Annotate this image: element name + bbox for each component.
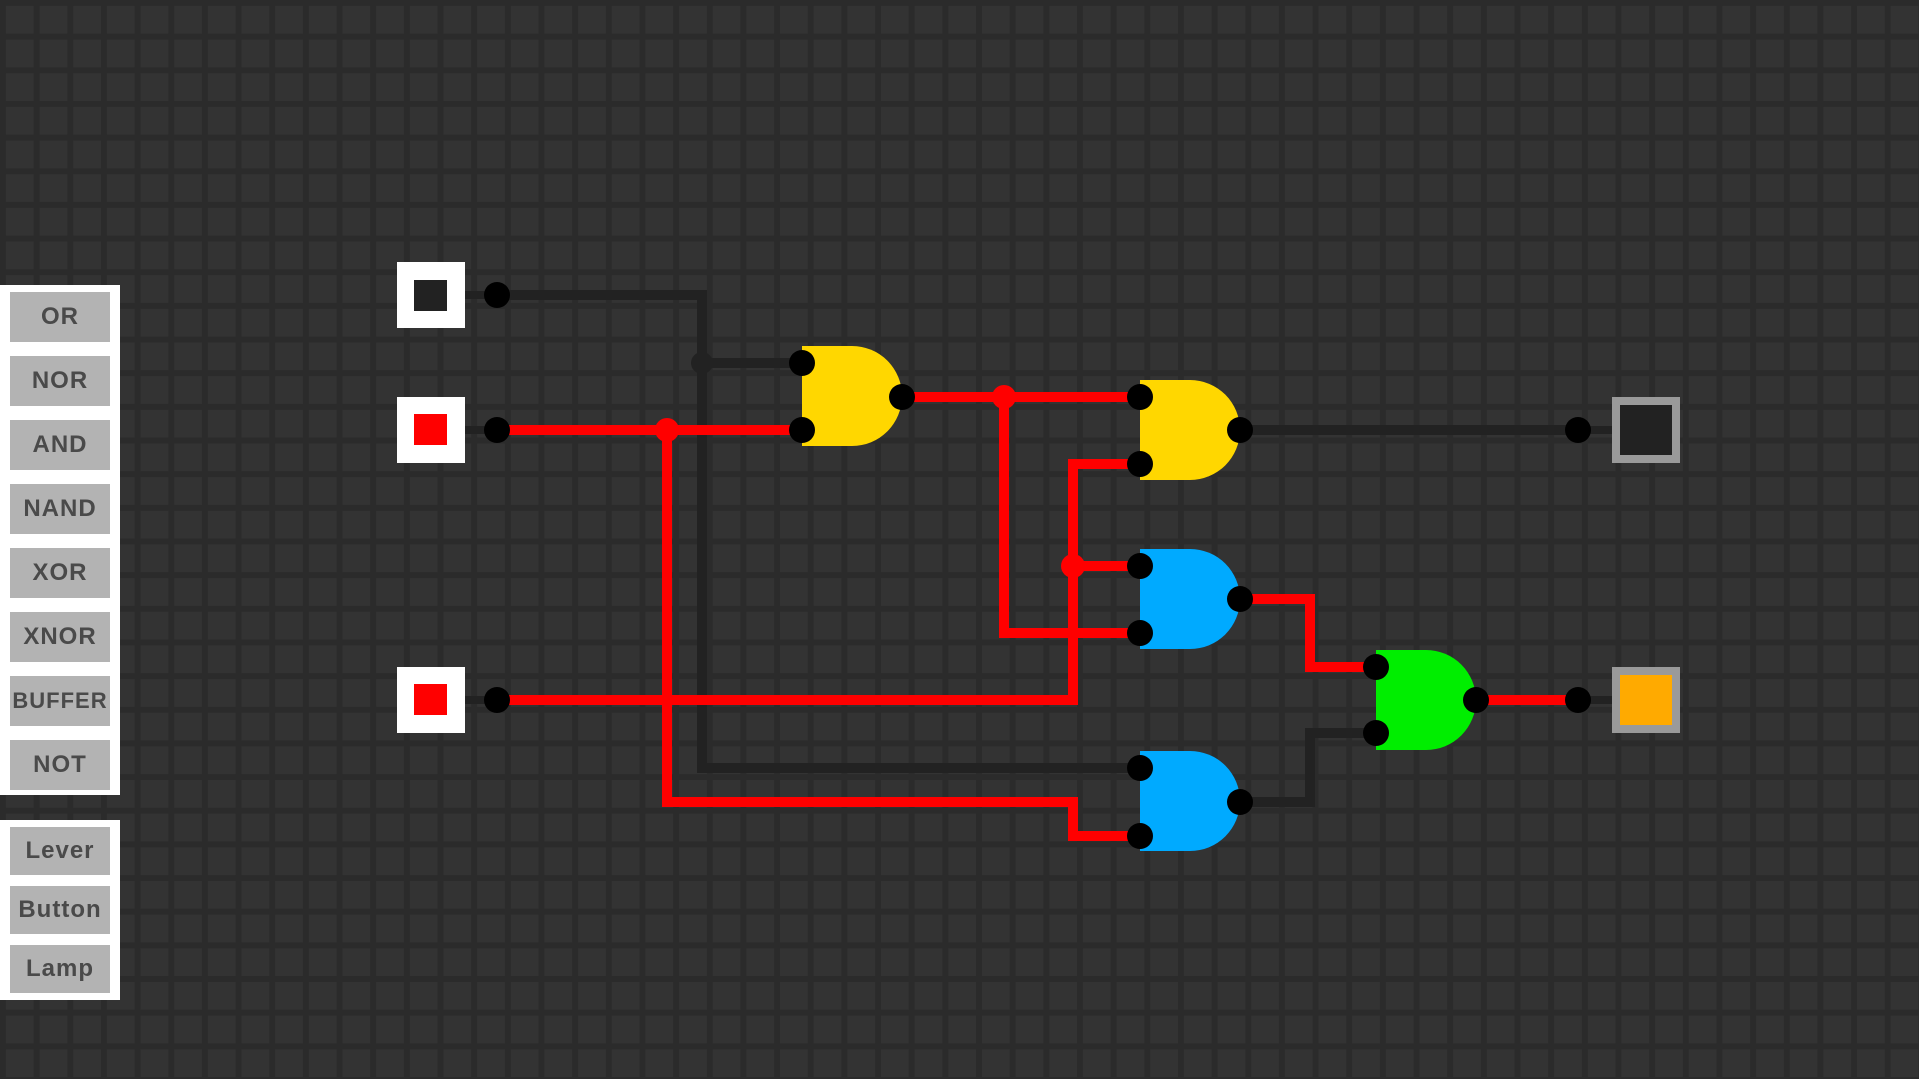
nand-gate-2[interactable] <box>1140 751 1240 851</box>
and-gate-1-output-pin[interactable] <box>889 384 915 410</box>
or-button[interactable]: OR <box>10 292 110 342</box>
wire-nand1-to-xor[interactable] <box>1240 594 1376 672</box>
not-button[interactable]: NOT <box>10 740 110 790</box>
gate-palette: OR NOR AND NAND XOR XNOR BUFFER NOT <box>0 285 120 795</box>
nand-button[interactable]: NAND <box>10 484 110 534</box>
xor-gate-output-pin[interactable] <box>1463 687 1489 713</box>
xor-gate-input-pin[interactable] <box>1363 720 1389 746</box>
and-gate-2-output-pin[interactable] <box>1227 417 1253 443</box>
xor-gate-input-pin[interactable] <box>1363 654 1389 680</box>
nand-gate-1-output-pin[interactable] <box>1227 586 1253 612</box>
lever-2[interactable] <box>397 397 497 463</box>
buffer-button[interactable]: BUFFER <box>10 676 110 726</box>
button-button[interactable]: Button <box>10 886 110 934</box>
lever-button[interactable]: Lever <box>10 827 110 875</box>
and-button[interactable]: AND <box>10 420 110 470</box>
and-gate-1-input-pin[interactable] <box>789 417 815 443</box>
nor-button[interactable]: NOR <box>10 356 110 406</box>
lamp-1[interactable] <box>1578 397 1680 463</box>
nand-gate-1[interactable] <box>1140 549 1240 649</box>
wire-lever3-to-and2[interactable] <box>497 459 1140 705</box>
nand-gate-2-input-pin[interactable] <box>1127 755 1153 781</box>
xor-gate[interactable] <box>1376 650 1476 750</box>
and-gate-1-input-pin[interactable] <box>789 350 815 376</box>
xnor-button[interactable]: XNOR <box>10 612 110 662</box>
lever-3-output-pin[interactable] <box>484 687 510 713</box>
wire-nand2-to-xor[interactable] <box>1240 728 1376 807</box>
lamp-button[interactable]: Lamp <box>10 945 110 993</box>
lamp-2-input-pin[interactable] <box>1565 687 1591 713</box>
and-gate-2[interactable] <box>1140 380 1240 480</box>
nand-gate-2-output-pin[interactable] <box>1227 789 1253 815</box>
xor-button[interactable]: XOR <box>10 548 110 598</box>
and-gate-1[interactable] <box>802 346 902 446</box>
lever-3[interactable] <box>397 667 497 733</box>
nand-gate-2-input-pin[interactable] <box>1127 823 1153 849</box>
junction-node <box>992 385 1016 409</box>
io-palette: Lever Button Lamp <box>0 820 120 1000</box>
junction-node <box>1061 554 1085 578</box>
lever-1-output-pin[interactable] <box>484 282 510 308</box>
wire-lever1-to-and1[interactable] <box>497 290 802 368</box>
nand-gate-1-input-pin[interactable] <box>1127 620 1153 646</box>
lamp-2[interactable] <box>1578 667 1680 733</box>
lever-1[interactable] <box>397 262 497 328</box>
circuit-diagram[interactable] <box>0 0 1919 1079</box>
junction-node <box>655 418 679 442</box>
and-gate-2-input-pin[interactable] <box>1127 384 1153 410</box>
and-gate-2-input-pin[interactable] <box>1127 451 1153 477</box>
lamp-1-input-pin[interactable] <box>1565 417 1591 443</box>
lever-2-output-pin[interactable] <box>484 417 510 443</box>
junction-node <box>691 352 713 374</box>
nand-gate-1-input-pin[interactable] <box>1127 553 1153 579</box>
